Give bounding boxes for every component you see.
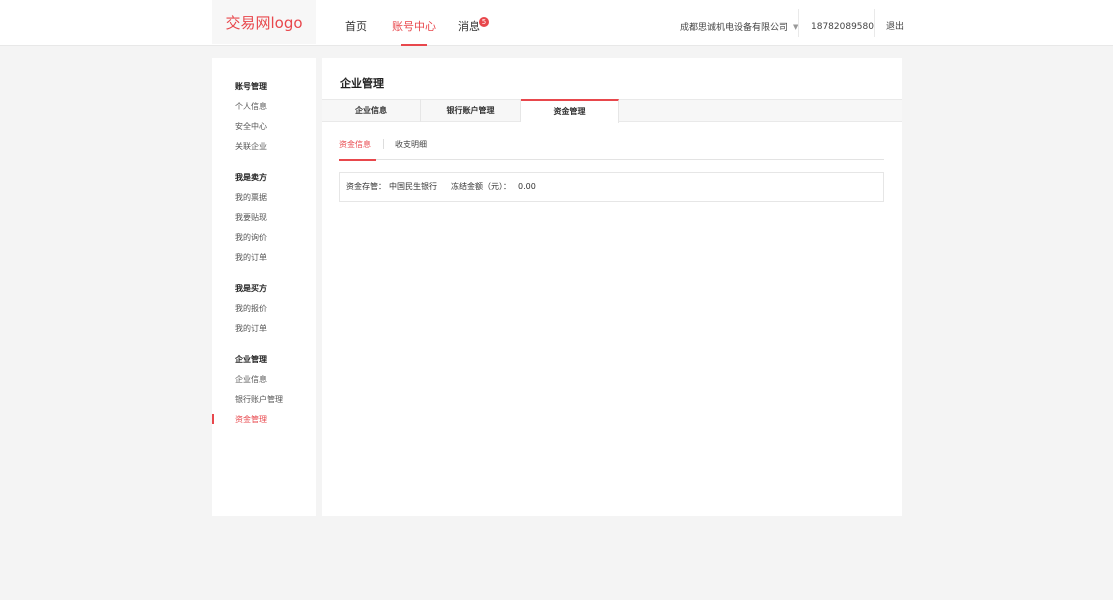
sidebar-group-enterprise: 企业管理 (235, 355, 267, 364)
subtab-divider (383, 139, 384, 149)
sidebar-item-my-quotes[interactable]: 我的报价 (235, 303, 267, 314)
message-count-badge: 5 (479, 17, 489, 27)
logout-link[interactable]: 退出 (886, 0, 904, 46)
subtab-active-underline (339, 159, 376, 161)
tab-bar: 企业信息 银行账户管理 资金管理 (322, 99, 902, 123)
nav-account-center[interactable]: 账号中心 (392, 0, 436, 46)
custody-bank: 中国民生银行 (389, 182, 437, 191)
sidebar: 账号管理 个人信息 安全中心 关联企业 我是卖方 我的票据 我要贴现 我的询价 … (212, 58, 316, 516)
sidebar-item-personal-info[interactable]: 个人信息 (235, 101, 267, 112)
logo-text: 交易网logo (225, 13, 303, 32)
sidebar-item-security-center[interactable]: 安全中心 (235, 121, 267, 132)
page-title: 企业管理 (340, 77, 384, 90)
tab-bank-accounts[interactable]: 银行账户管理 (421, 99, 521, 122)
nav-active-underline (401, 44, 427, 46)
nav-account-center-label: 账号中心 (392, 20, 436, 33)
subtab-funds-info-label: 资金信息 (339, 140, 371, 149)
sidebar-item-seller-orders[interactable]: 我的订单 (235, 252, 267, 263)
sidebar-group-account: 账号管理 (235, 82, 267, 91)
sidebar-item-enterprise-info[interactable]: 企业信息 (235, 374, 267, 385)
frozen-amount-label: 冻结金额（元）： (451, 182, 511, 191)
sidebar-group-seller: 我是卖方 (235, 173, 267, 182)
nav-home[interactable]: 首页 (345, 0, 367, 46)
header-divider (874, 9, 875, 37)
subtab-funds-info[interactable]: 资金信息 (339, 138, 376, 161)
frozen-amount-value: 0.00 (518, 182, 536, 191)
sidebar-item-linked-companies[interactable]: 关联企业 (235, 141, 267, 152)
funds-info-box: 资金存管： 中国民生银行 冻结金额（元）： 0.00 (339, 172, 884, 202)
company-dropdown[interactable]: 成都思诚机电设备有限公司 ▼ (680, 0, 798, 46)
sidebar-item-discount[interactable]: 我要贴现 (235, 212, 267, 223)
tab-enterprise-info[interactable]: 企业信息 (322, 99, 421, 122)
top-header: 交易网logo 首页 账号中心 消息 5 成都思诚机电设备有限公司 ▼ 18782… (0, 0, 1113, 46)
subtab-bar: 资金信息 收支明细 (339, 138, 884, 161)
tab-funds-management[interactable]: 资金管理 (521, 99, 619, 123)
subtab-transactions[interactable]: 收支明细 (395, 138, 427, 160)
sidebar-item-my-inquiries[interactable]: 我的询价 (235, 232, 267, 243)
sidebar-item-my-bills[interactable]: 我的票据 (235, 192, 267, 203)
sidebar-item-buyer-orders[interactable]: 我的订单 (235, 323, 267, 334)
company-name: 成都思诚机电设备有限公司 (680, 23, 789, 33)
nav-messages[interactable]: 消息 5 (458, 0, 489, 46)
sidebar-item-funds-management[interactable]: 资金管理 (235, 414, 267, 425)
sidebar-group-buyer: 我是买方 (235, 284, 267, 293)
custody-label: 资金存管： (346, 182, 386, 191)
site-logo[interactable]: 交易网logo (212, 0, 316, 44)
sidebar-active-marker (212, 414, 214, 424)
nav-messages-label: 消息 (458, 20, 480, 33)
sidebar-item-bank-accounts[interactable]: 银行账户管理 (235, 394, 283, 405)
main-panel: 企业管理 企业信息 银行账户管理 资金管理 资金信息 收支明细 资金存管： 中国… (322, 58, 902, 516)
header-divider (798, 9, 799, 37)
user-phone: 18782089580 (811, 22, 874, 32)
